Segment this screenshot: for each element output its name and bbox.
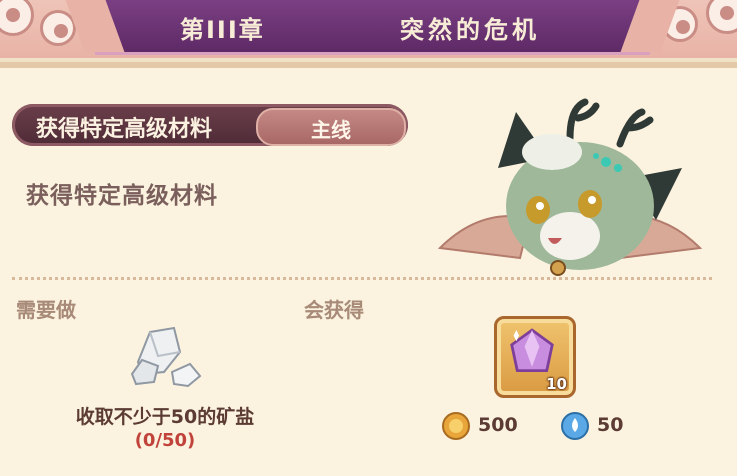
gold-coin-icon <box>442 412 470 440</box>
header-banner <box>95 0 650 55</box>
quest-description: 获得特定高级材料 <box>26 183 218 209</box>
flower-ornament-icon <box>706 0 737 34</box>
blue-drop-icon <box>561 412 589 440</box>
deer-mascot-illustration <box>437 98 703 276</box>
reward-item-count: 10 <box>546 375 567 393</box>
dotted-divider <box>12 277 712 280</box>
quest-title: 获得特定高级材料 <box>36 117 213 142</box>
reward-section-label: 会获得 <box>304 298 364 322</box>
main-quest-tag: 主线 <box>256 108 406 146</box>
reward-item-slot[interactable]: 10 <box>494 316 576 398</box>
water-reward-value: 50 <box>597 414 624 436</box>
quest-title-bar: 获得特定高级材料 主线 <box>12 104 408 146</box>
requirement-text: 收取不少于50的矿盐 <box>75 406 255 428</box>
requirement-progress: (0/50) <box>134 430 196 451</box>
flower-ornament-icon <box>0 0 34 36</box>
chapter-header: 第III章 突然的危机 <box>0 0 737 58</box>
mineral-salt-icon <box>130 326 202 388</box>
chapter-title: 突然的危机 <box>400 16 540 44</box>
gold-reward-value: 500 <box>478 414 518 436</box>
chapter-number: 第III章 <box>180 16 265 44</box>
requirement-section-label: 需要做 <box>16 298 76 322</box>
quest-tag-label: 主线 <box>311 118 351 142</box>
